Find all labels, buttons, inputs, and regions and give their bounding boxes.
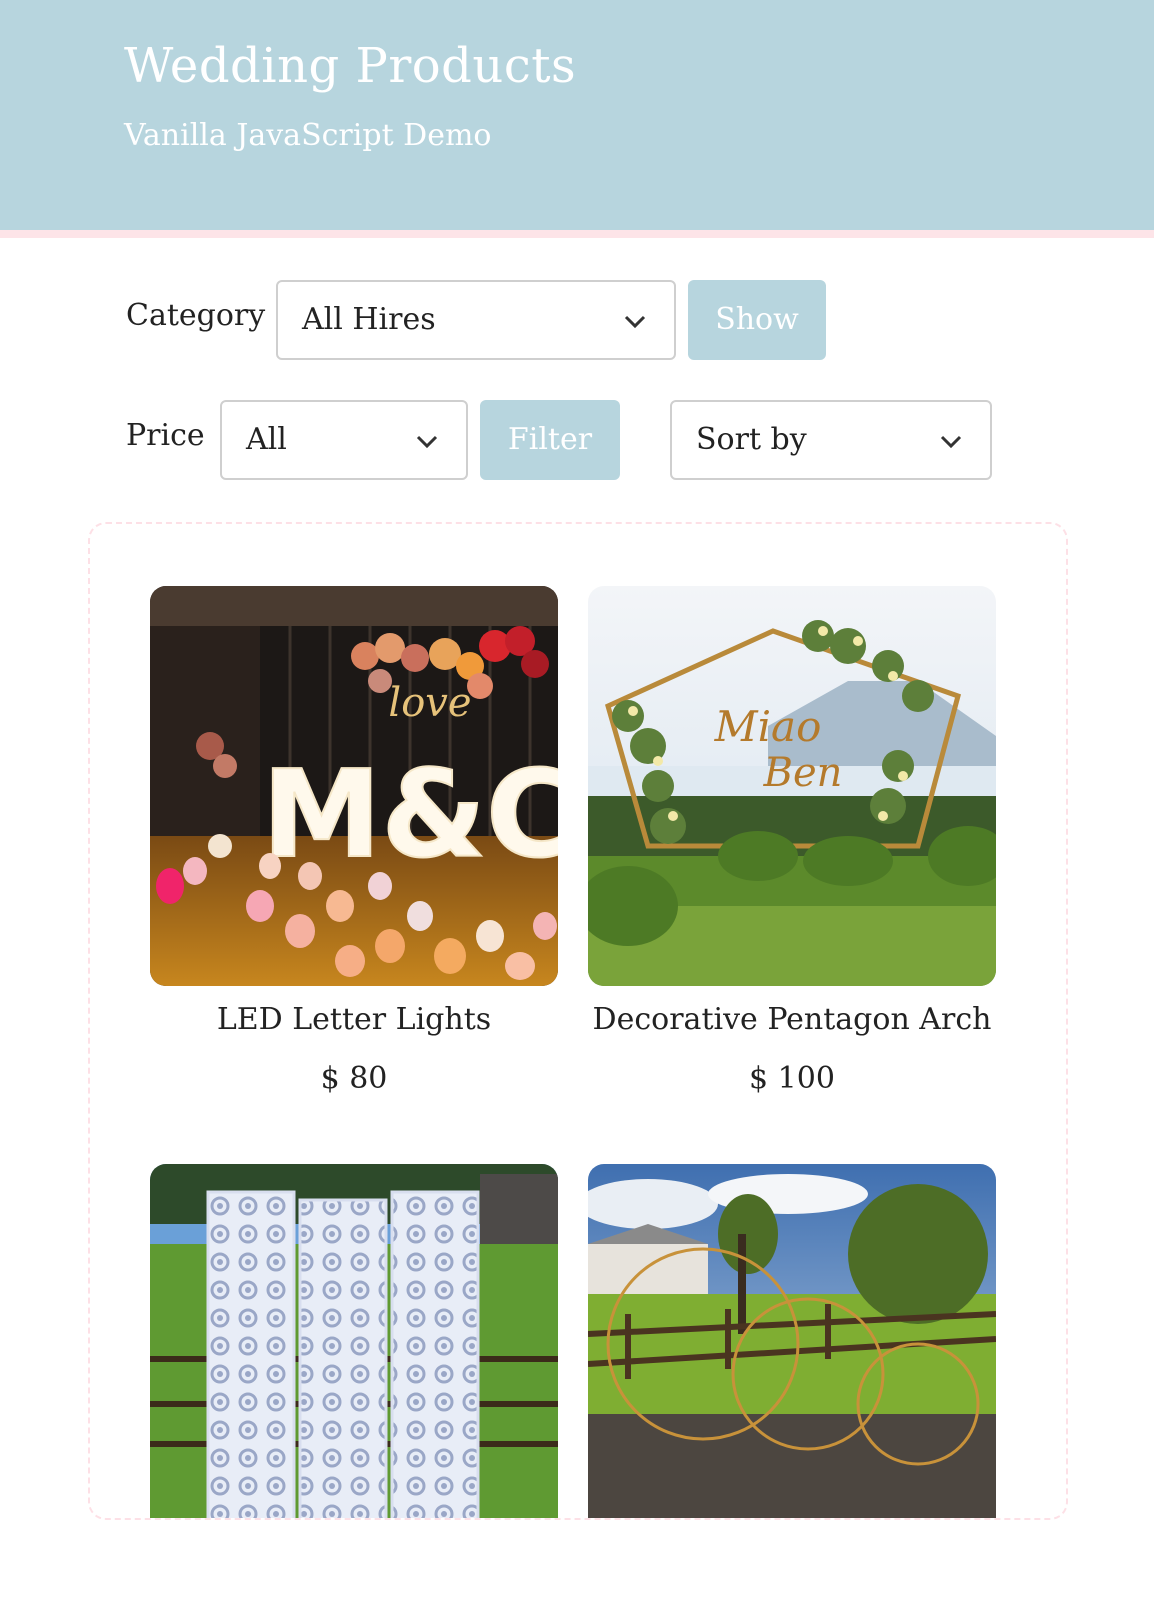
sort-selected-value: Sort by — [696, 422, 807, 457]
page-header: Wedding Products Vanilla JavaScript Demo — [0, 0, 1154, 238]
product-price: $ 100 — [749, 1061, 835, 1096]
sort-select[interactable]: Sort by — [670, 400, 992, 480]
product-price: $ 80 — [320, 1061, 388, 1096]
filter-button[interactable]: Filter — [480, 400, 620, 480]
chevron-down-icon — [416, 435, 438, 449]
product-image-led-letters[interactable]: love M&C — [150, 586, 558, 986]
show-button[interactable]: Show — [688, 280, 826, 360]
product-name[interactable]: Decorative Pentagon Arch — [588, 1002, 996, 1037]
chevron-down-icon — [940, 435, 962, 449]
product-image-circle-arches[interactable] — [588, 1164, 996, 1518]
product-image-pentagon-arch[interactable]: Miao Ben — [588, 586, 996, 986]
price-label: Price — [126, 418, 205, 453]
product-card[interactable]: love M&C LED Letter Lights $ 80 — [150, 586, 558, 1096]
image-miao-text: Miao — [714, 702, 822, 751]
product-card[interactable] — [150, 1164, 558, 1518]
chevron-down-icon — [624, 315, 646, 329]
image-ben-text: Ben — [763, 750, 843, 796]
product-grid: love M&C LED Letter Lights $ 80 Miao Ben… — [88, 522, 1068, 1520]
page-title: Wedding Products — [124, 38, 577, 94]
price-select[interactable]: All — [220, 400, 468, 480]
product-name[interactable]: LED Letter Lights — [150, 1002, 558, 1037]
category-select[interactable]: All Hires — [276, 280, 676, 360]
product-image-lace-panels[interactable] — [150, 1164, 558, 1518]
price-selected-value: All — [246, 422, 287, 457]
product-card[interactable] — [588, 1164, 996, 1518]
category-selected-value: All Hires — [302, 302, 436, 337]
product-card[interactable]: Miao Ben Decorative Pentagon Arch $ 100 — [588, 586, 996, 1096]
category-label: Category — [126, 298, 266, 333]
image-love-text: love — [388, 680, 471, 726]
page-subtitle: Vanilla JavaScript Demo — [124, 118, 492, 153]
